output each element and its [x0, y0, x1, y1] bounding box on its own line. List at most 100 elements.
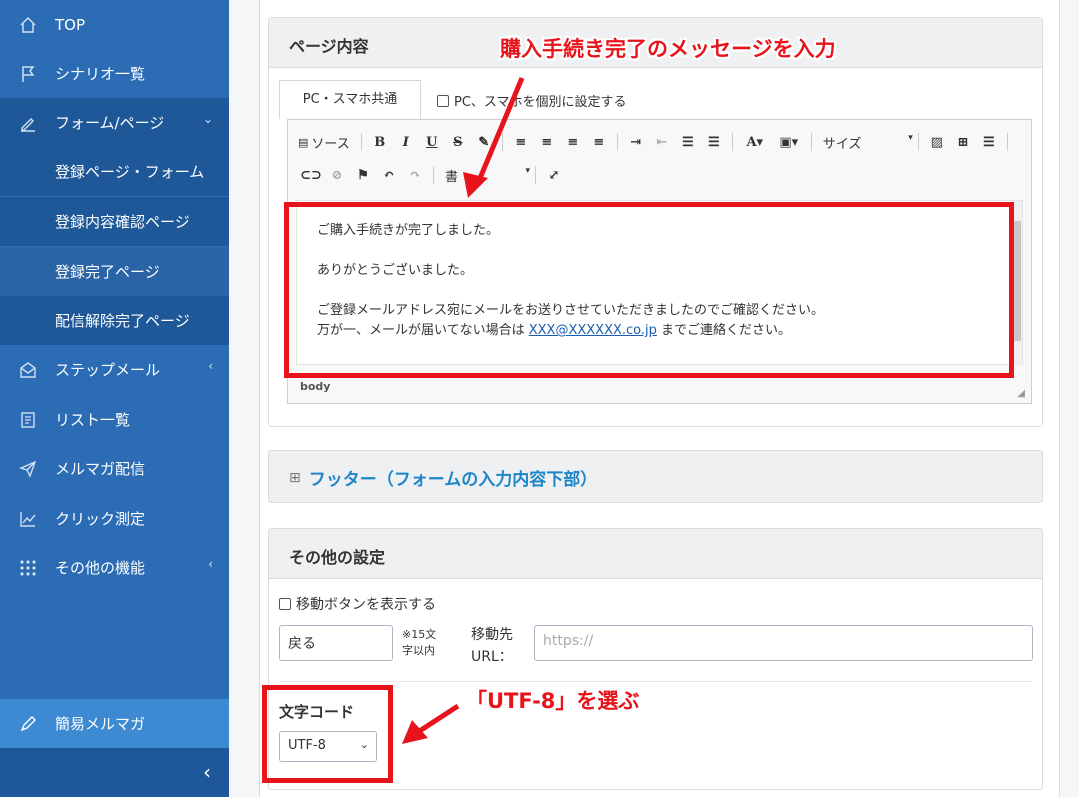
sidebar-item-label: メルマガ配信 [55, 460, 146, 478]
align-left-icon[interactable]: ≡ [508, 135, 534, 150]
chevron-down-icon: ▾ [525, 165, 530, 176]
sidebar-item-label: クリック測定 [55, 510, 146, 528]
sidebar-item-click-measure[interactable]: クリック測定 [0, 494, 229, 543]
note-line: 字以内 [402, 644, 435, 657]
expand-icon: ⊞ [289, 469, 301, 486]
grid-icon [18, 558, 38, 578]
sidebar-item-unsubscribe-page[interactable]: 配信解除完了ページ [0, 296, 229, 345]
resize-handle-icon[interactable]: ◢ [1017, 388, 1025, 399]
sidebar: TOP シナリオ一覧 フォーム/ページ ⌄ 登録ページ・フォーム 登録内容確認ペ… [0, 0, 229, 797]
annotation-top: 購入手続き完了のメッセージを入力 [500, 37, 836, 61]
sidebar-item-label: リスト一覧 [55, 411, 131, 429]
sidebar-item-list[interactable]: リスト一覧 [0, 395, 229, 444]
sidebar-item-label: 登録ページ・フォーム [55, 163, 205, 181]
sidebar-item-top[interactable]: TOP [0, 0, 229, 49]
indent-icon[interactable]: ⇥ [623, 135, 649, 150]
footer-panel[interactable]: ⊞ フッター（フォームの入力内容下部） [268, 450, 1043, 503]
format-dropdown[interactable]: 書 ▾ [445, 166, 530, 185]
undo-icon[interactable]: ↶ [376, 168, 402, 183]
table-icon[interactable]: ⊞ [950, 135, 976, 150]
maximize-icon[interactable]: ⤢ [541, 168, 567, 183]
move-button-label: 移動ボタンを表示する [296, 597, 436, 613]
divider [279, 681, 1032, 682]
align-center-icon[interactable]: ≡ [534, 135, 560, 150]
sidebar-item-confirm-page[interactable]: 登録内容確認ページ [0, 197, 229, 246]
sidebar-item-label: 配信解除完了ページ [55, 312, 190, 330]
highlight-charset-box [262, 685, 393, 783]
sidebar-item-label: フォーム/ページ [55, 114, 165, 132]
pencil-icon [18, 113, 38, 133]
tab-separate-option[interactable]: PC、スマホを個別に設定する [437, 91, 627, 110]
highlight-content-box [284, 202, 1014, 378]
size-dropdown[interactable]: サイズ ▾ [823, 133, 913, 152]
sidebar-item-register-form[interactable]: 登録ページ・フォーム [0, 147, 229, 196]
pen-icon [18, 714, 38, 734]
remove-format-icon[interactable]: ✎ [471, 135, 497, 150]
list-icon [18, 410, 38, 430]
align-right-icon[interactable]: ≡ [560, 135, 586, 150]
image-icon[interactable]: ▨ [924, 135, 950, 150]
sidebar-item-form-page[interactable]: フォーム/ページ ⌄ [0, 98, 229, 147]
chevron-left-icon: ‹ [203, 760, 211, 784]
bold-button[interactable]: B [367, 135, 393, 150]
envelope-icon [18, 360, 38, 380]
separate-checkbox[interactable] [437, 94, 449, 107]
align-justify-icon[interactable]: ≡ [586, 135, 612, 150]
chevron-down-icon: ⌄ [202, 112, 213, 126]
underline-button[interactable]: U [419, 135, 445, 150]
bullet-list-icon[interactable]: ☰ [675, 135, 701, 150]
hr-icon[interactable]: ☰ [976, 135, 1002, 150]
move-button-option[interactable]: 移動ボタンを表示する [279, 594, 436, 614]
outdent-icon[interactable]: ⇤ [649, 135, 675, 150]
sidebar-item-scenario[interactable]: シナリオ一覧 [0, 49, 229, 98]
tab-common[interactable]: PC・スマホ共通 [279, 80, 421, 119]
sidebar-item-step-mail[interactable]: ステップメール ‹ [0, 345, 229, 394]
chevron-left-icon: ‹ [208, 359, 213, 373]
editor-scrollbar[interactable] [1013, 201, 1022, 366]
other-settings-title: その他の設定 [269, 529, 1042, 579]
redo-icon[interactable]: ↷ [402, 168, 428, 183]
note-line: ※15文 [402, 628, 437, 641]
toolbar-row-2: ⊂⊃ ⊘ ⚑ ↶ ↷ 書 ▾ ⤢ [298, 163, 567, 187]
numbered-list-icon[interactable]: ☰ [701, 135, 727, 150]
sidebar-item-label: 簡易メルマガ [55, 715, 146, 733]
chart-icon [18, 509, 38, 529]
format-label: 書 [445, 169, 459, 185]
sidebar-item-label: シナリオ一覧 [55, 65, 146, 83]
chevron-left-icon: ‹ [208, 557, 213, 571]
text-color-icon[interactable]: A▾ [738, 135, 772, 150]
destination-url-input[interactable]: https:// [534, 625, 1033, 661]
bg-color-icon[interactable]: ▣▾ [772, 135, 806, 150]
annotation-bottom: 「UTF-8」を選ぶ [466, 689, 640, 713]
italic-button[interactable]: I [393, 135, 419, 150]
home-icon [18, 15, 38, 35]
flag-icon [18, 64, 38, 84]
footer-title: フッター（フォームの入力内容下部） [308, 470, 598, 490]
sidebar-item-other[interactable]: その他の機能 ‹ [0, 543, 229, 592]
source-icon: ▤ [298, 135, 309, 149]
sidebar-item-label: ステップメール [55, 361, 161, 379]
paper-plane-icon [18, 459, 38, 479]
size-label: サイズ [822, 136, 862, 152]
sidebar-item-mailmag[interactable]: メルマガ配信 [0, 444, 229, 493]
source-button[interactable]: ソース [311, 133, 349, 152]
strike-button[interactable]: S [445, 135, 471, 150]
sidebar-item-easy-mailmag[interactable]: 簡易メルマガ [0, 699, 229, 748]
sidebar-item-label: TOP [55, 15, 86, 34]
separate-label: PC、スマホを個別に設定する [454, 95, 627, 110]
label-line: URL： [471, 649, 513, 665]
chevron-down-icon: ▾ [908, 132, 913, 143]
unlink-icon[interactable]: ⊘ [324, 168, 350, 183]
toolbar-row-1: ▤ ソース B I U S ✎ ≡ ≡ ≡ ≡ ⇥ ⇤ ☰ ☰ A▾ ▣▾ サイ… [298, 130, 1013, 154]
sidebar-item-complete-page[interactable]: 登録完了ページ [0, 247, 229, 296]
anchor-flag-icon[interactable]: ⚑ [350, 168, 376, 183]
link-icon[interactable]: ⊂⊃ [298, 168, 324, 183]
back-label-input[interactable]: 戻る [279, 625, 393, 661]
destination-url-label: 移動先 URL： [471, 624, 513, 668]
sidebar-item-label: 登録完了ページ [55, 263, 160, 281]
footer-header[interactable]: ⊞ フッター（フォームの入力内容下部） [289, 465, 598, 491]
label-line: 移動先 [471, 627, 513, 643]
move-button-checkbox[interactable] [279, 598, 291, 610]
sidebar-collapse-button[interactable]: ‹ [0, 748, 229, 797]
char-limit-note: ※15文 字以内 [402, 627, 436, 659]
